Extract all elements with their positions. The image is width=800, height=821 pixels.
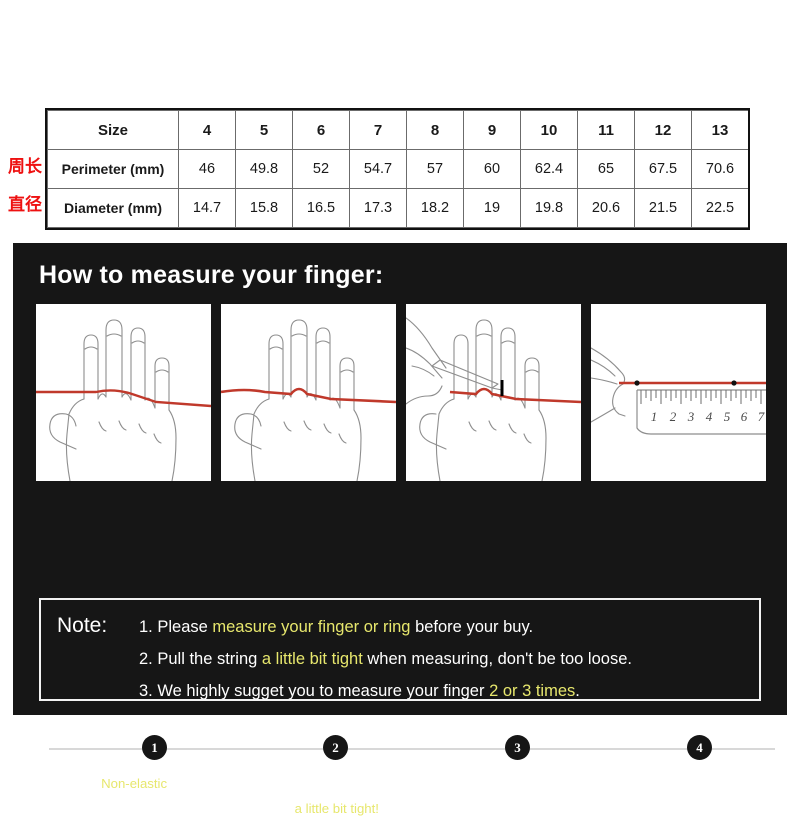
step-caption-4: Measure the length to get your finger ci… — [593, 771, 777, 821]
ruler-measure-icon: 1 2 3 4 5 6 7 — [591, 347, 766, 435]
illustration-hand-with-string-tied-around-finger — [221, 304, 396, 481]
note-post-1: before your buy. — [410, 618, 534, 636]
cell-diameter-9: 22.5 — [691, 188, 749, 228]
cell-size-9: 13 — [691, 110, 749, 150]
caption-text-pre-1: Use a — [62, 776, 102, 791]
step-marker-3: 3 — [505, 735, 530, 760]
cell-size-8: 12 — [634, 110, 692, 150]
step-caption-1: Use a Non-elastic string — [41, 771, 225, 821]
step-bar-background: 1 2 3 4 — [49, 735, 775, 762]
cell-size-5: 9 — [463, 110, 521, 150]
note-pre-1: 1. Please — [139, 618, 213, 636]
chinese-label-diameter: 直径 — [8, 195, 42, 215]
cell-perimeter-1: 49.8 — [235, 149, 293, 189]
cell-perimeter-3: 54.7 — [349, 149, 407, 189]
row-header-perimeter: Perimeter (mm) — [47, 149, 179, 189]
cell-size-3: 7 — [349, 110, 407, 150]
cell-size-0: 4 — [178, 110, 236, 150]
cell-size-1: 5 — [235, 110, 293, 150]
cell-diameter-0: 14.7 — [178, 188, 236, 228]
note-line-3: 3. We highly sugget you to measure your … — [139, 682, 580, 701]
note-box: Note: 1. Please measure your finger or r… — [39, 598, 761, 701]
cell-size-7: 11 — [577, 110, 635, 150]
step-marker-2: 2 — [323, 735, 348, 760]
hand-marking-icon — [406, 317, 581, 481]
ruler-tick-3: 3 — [687, 409, 695, 424]
table-row-diameter: Diameter (mm) 14.7 15.8 16.5 17.3 18.2 1… — [47, 188, 749, 228]
note-post-2: when measuring, don't be too loose. — [362, 650, 632, 668]
cell-perimeter-8: 67.5 — [634, 149, 692, 189]
cell-size-6: 10 — [520, 110, 578, 150]
step-caption-3: Mark on the junction part — [409, 771, 593, 821]
cell-size-2: 6 — [292, 110, 350, 150]
note-line-2: 2. Pull the string a little bit tight wh… — [139, 650, 632, 669]
cell-diameter-5: 19 — [463, 188, 521, 228]
table-row-perimeter: Perimeter (mm) 46 49.8 52 54.7 57 60 62.… — [47, 149, 749, 189]
ruler-tick-4: 4 — [706, 409, 713, 424]
cell-perimeter-7: 65 — [577, 149, 635, 189]
illustration-hand-with-string-across-fingers — [36, 304, 211, 481]
illustration-hand-marking-string-junction — [406, 304, 581, 481]
caption-text-post-1: string — [167, 776, 203, 791]
caption-highlight-1: Non-elastic — [101, 776, 168, 791]
cell-diameter-2: 16.5 — [292, 188, 350, 228]
ruler-tick-7: 7 — [758, 409, 765, 424]
note-line-1: 1. Please measure your finger or ring be… — [139, 618, 533, 637]
size-chart: Size 4 5 6 7 8 9 10 11 12 13 Perimeter (… — [47, 110, 749, 228]
red-string-line — [36, 389, 211, 408]
cell-diameter-4: 18.2 — [406, 188, 464, 228]
string-start-mark — [634, 380, 640, 386]
ruler-tick-2: 2 — [670, 409, 677, 424]
cell-diameter-8: 21.5 — [634, 188, 692, 228]
cell-diameter-6: 19.8 — [520, 188, 578, 228]
illustration-panels: 1 2 3 4 5 6 7 — [36, 304, 766, 481]
note-highlight-2: a little bit tight — [261, 650, 363, 668]
hand-outline-icon — [221, 319, 396, 481]
cell-perimeter-0: 46 — [178, 149, 236, 189]
note-post-3: . — [575, 682, 580, 700]
caption-text-pre-3: Mark on the junction part — [428, 776, 574, 791]
illustration-string-measured-against-ruler: 1 2 3 4 5 6 7 — [591, 304, 766, 481]
row-header-size: Size — [47, 110, 179, 150]
step-marker-4: 4 — [687, 735, 712, 760]
cell-perimeter-9: 70.6 — [691, 149, 749, 189]
how-to-measure-panel: How to measure your finger: 1 2 3 4 5 6 … — [13, 243, 787, 816]
cell-perimeter-5: 60 — [463, 149, 521, 189]
hand-outline-icon — [36, 319, 211, 481]
string-end-mark — [731, 380, 737, 386]
step-progress-bar: 1 2 3 4 — [49, 735, 775, 762]
caption-highlight-2: a little bit tight! — [294, 801, 379, 816]
step-captions: Use a Non-elastic string Tie the string … — [41, 771, 779, 821]
cell-perimeter-6: 62.4 — [520, 149, 578, 189]
cell-perimeter-2: 52 — [292, 149, 350, 189]
table-row-size: Size 4 5 6 7 8 9 10 11 12 13 — [47, 110, 749, 150]
cell-diameter-1: 15.8 — [235, 188, 293, 228]
ruler-tick-5: 5 — [724, 409, 731, 424]
note-highlight-1: measure your finger or ring — [212, 618, 411, 636]
row-header-diameter: Diameter (mm) — [47, 188, 179, 228]
step-marker-1: 1 — [142, 735, 167, 760]
step-caption-2: Tie the string around your finger, a lit… — [225, 771, 409, 821]
note-pre-3: 3. We highly sugget you to measure your … — [139, 682, 490, 700]
ring-size-table: Size 4 5 6 7 8 9 10 11 12 13 Perimeter (… — [45, 108, 750, 230]
note-highlight-3: 2 or 3 times — [489, 682, 576, 700]
note-pre-2: 2. Pull the string — [139, 650, 262, 668]
ruler-tick-6: 6 — [741, 409, 748, 424]
ruler-tick-1: 1 — [651, 409, 658, 424]
note-label: Note: — [57, 614, 108, 637]
panel-title: How to measure your finger: — [39, 261, 384, 289]
caption-text-pre-4: Measure the length to get your finger ci… — [610, 776, 760, 816]
cell-diameter-7: 20.6 — [577, 188, 635, 228]
cell-diameter-3: 17.3 — [349, 188, 407, 228]
cell-perimeter-4: 57 — [406, 149, 464, 189]
chinese-label-perimeter: 周长 — [8, 157, 42, 177]
red-string-loop — [221, 387, 396, 404]
cell-size-4: 8 — [406, 110, 464, 150]
